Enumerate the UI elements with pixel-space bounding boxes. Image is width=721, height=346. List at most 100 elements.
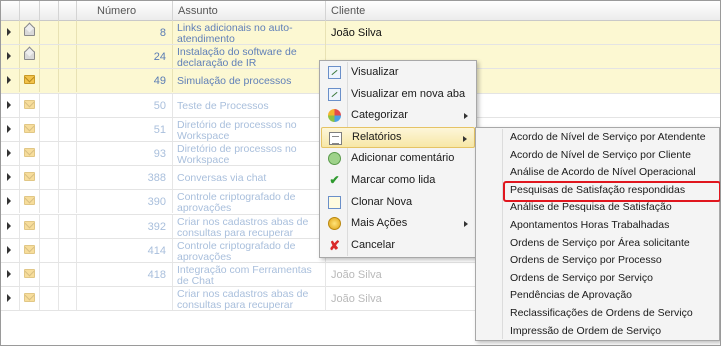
numero-cell[interactable]: 51 (77, 117, 173, 141)
report-item[interactable]: Análise de Acordo de Nível Operacional (478, 164, 717, 182)
assunto-cell[interactable]: Controle criptografado de aprovações (173, 238, 326, 263)
report-item[interactable]: Análise de Pesquisa de Satisfação (478, 199, 717, 217)
expand-cell[interactable] (1, 214, 20, 238)
report-item[interactable]: Acordo de Nível de Serviço por Atendente (478, 129, 717, 147)
flag-cell (40, 263, 59, 286)
assunto-cell[interactable]: Criar nos cadastros abas de consultas pa… (173, 287, 326, 312)
closed-envelope-icon (24, 196, 35, 206)
closed-envelope-icon (24, 123, 35, 133)
view-icon (328, 66, 341, 79)
report-item[interactable]: Acordo de Nível de Serviço por Cliente (478, 147, 717, 165)
cliente-column-header[interactable]: Cliente (326, 1, 720, 21)
assunto-cell[interactable]: Teste de Processos (173, 93, 326, 118)
expand-cell[interactable] (1, 21, 20, 44)
flag-column-header (40, 1, 59, 21)
report-item[interactable]: Pendências de Aprovação (478, 287, 717, 305)
expand-cell[interactable] (1, 263, 20, 286)
expand-cell[interactable] (1, 93, 20, 117)
numero-cell[interactable]: 49 (77, 69, 173, 93)
table-row[interactable]: 8 Links adicionais no auto-atendimento Joã… (1, 21, 720, 46)
flag-cell (40, 190, 59, 214)
report-item[interactable]: Reclassificações de Ordens de Serviço (478, 305, 717, 323)
expand-arrow-icon[interactable] (7, 28, 11, 36)
assunto-cell[interactable]: Diretório de processos no Workspace (173, 142, 326, 167)
context-menu: Visualizar Visualizar em nova aba Categori… (319, 60, 477, 258)
menu-item-marcar-como-lida[interactable]: ✔ Marcar como lida (321, 170, 475, 192)
envelope-cell (20, 45, 40, 69)
expand-arrow-icon[interactable] (7, 76, 11, 85)
type-cell (59, 214, 77, 238)
menu-item-clonar-nova[interactable]: Clonar Nova (321, 192, 475, 214)
expand-arrow-icon[interactable] (7, 149, 11, 157)
type-cell (59, 166, 77, 190)
assunto-cell[interactable]: Simulação de processos (173, 69, 326, 94)
menu-item-label: Visualizar (351, 66, 399, 78)
expand-arrow-icon[interactable] (7, 245, 11, 254)
assunto-cell[interactable]: Diretório de processos no Workspace (173, 117, 326, 142)
flag-cell (40, 117, 59, 141)
assunto-cell[interactable]: Conversas via chat (173, 166, 326, 191)
menu-item-relatorios[interactable]: Relatórios (321, 126, 475, 149)
numero-cell[interactable]: 8 (77, 21, 173, 44)
expand-cell[interactable] (1, 45, 20, 69)
numero-cell[interactable]: 93 (77, 142, 173, 165)
numero-cell[interactable]: 50 (77, 93, 173, 117)
numero-cell[interactable]: 390 (77, 190, 173, 214)
numero-cell[interactable] (77, 287, 173, 311)
report-item[interactable]: Ordens de Serviço por Área solicitante (478, 235, 717, 253)
envelope-cell (20, 21, 40, 44)
assunto-cell[interactable]: Instalação do software de declaração de … (173, 45, 326, 70)
expand-arrow-icon[interactable] (7, 221, 11, 230)
flag-cell (40, 142, 59, 165)
menu-item-cancelar[interactable]: ✘ Cancelar (321, 235, 475, 257)
assunto-cell[interactable]: Links adicionais no auto-atendimento (173, 21, 326, 46)
numero-cell[interactable]: 418 (77, 263, 173, 286)
assunto-cell[interactable]: Criar nos cadastros abas de consultas pa… (173, 214, 326, 239)
menu-item-visualizar[interactable]: Visualizar (321, 62, 475, 84)
numero-cell[interactable]: 24 (77, 45, 173, 69)
expand-arrow-icon[interactable] (7, 197, 11, 206)
expand-arrow-icon[interactable] (7, 294, 11, 303)
numero-column-header[interactable]: Número (77, 1, 173, 21)
expand-cell[interactable] (1, 117, 20, 141)
clone-icon (328, 195, 341, 209)
expand-arrow-icon[interactable] (7, 124, 11, 133)
envelope-column-header (20, 1, 40, 21)
numero-cell[interactable]: 414 (77, 238, 173, 262)
type-cell (59, 287, 77, 311)
menu-item-adicionar-comentario[interactable]: Adicionar comentário (321, 148, 475, 170)
expand-arrow-icon[interactable] (7, 52, 11, 61)
numero-cell[interactable]: 388 (77, 166, 173, 190)
expand-cell[interactable] (1, 287, 20, 311)
flag-cell (40, 45, 59, 69)
report-item[interactable]: Impressão de Ordem de Serviço (478, 323, 717, 341)
assunto-cell[interactable]: Controle criptografado de aprovações (173, 190, 326, 215)
menu-item-label: Clonar Nova (351, 195, 413, 208)
menu-item-mais-acoes[interactable]: Mais Ações (321, 213, 475, 235)
assunto-cell[interactable]: Integração com Ferramentas de Chat (173, 263, 326, 288)
report-item[interactable]: Ordens de Serviço por Processo (478, 252, 717, 270)
report-item[interactable]: Pesquisas de Satisfação respondidas (478, 180, 720, 202)
expand-cell[interactable] (1, 142, 20, 165)
report-item[interactable]: Apontamentos Horas Trabalhadas (478, 217, 717, 235)
expand-cell[interactable] (1, 166, 20, 190)
closed-envelope-icon (24, 293, 35, 303)
expand-cell[interactable] (1, 190, 20, 214)
expand-arrow-icon[interactable] (7, 173, 11, 182)
expand-arrow-icon[interactable] (7, 100, 11, 109)
expand-cell[interactable] (1, 69, 20, 93)
assunto-column-header[interactable]: Assunto (173, 1, 326, 21)
report-item[interactable]: Ordens de Serviço por Serviço (478, 270, 717, 288)
menu-item-categorizar[interactable]: Categorizar (321, 105, 475, 127)
checkmark-icon: ✔ (329, 172, 340, 187)
cliente-cell[interactable]: João Silva (326, 21, 720, 44)
numero-cell[interactable]: 392 (77, 214, 173, 238)
expand-cell[interactable] (1, 238, 20, 262)
expand-arrow-icon[interactable] (7, 270, 11, 278)
menu-item-label: Adicionar comentário (351, 152, 455, 165)
menu-item-label: Marcar como lida (351, 173, 436, 186)
type-cell (59, 93, 77, 117)
menu-item-visualizar-em-nova-aba[interactable]: Visualizar em nova aba (321, 84, 475, 106)
grid-header: Número Assunto Cliente (1, 1, 720, 21)
flag-cell (40, 287, 59, 311)
